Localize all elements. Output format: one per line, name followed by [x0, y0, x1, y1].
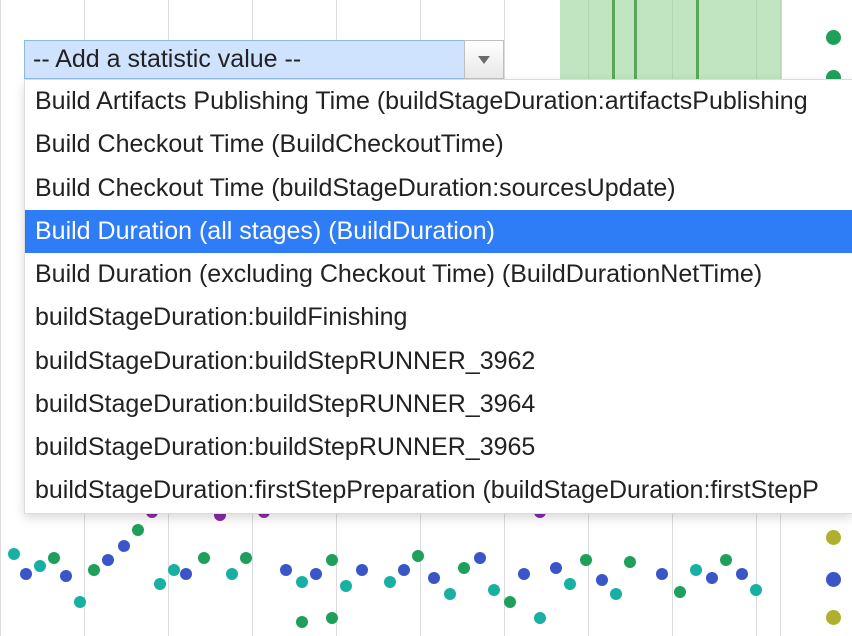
chart-point	[690, 564, 702, 576]
chart-point	[180, 568, 192, 580]
chart-point	[310, 568, 322, 580]
chart-point	[102, 554, 114, 566]
chart-point	[356, 564, 368, 576]
chart-point	[60, 570, 72, 582]
add-statistic-combo[interactable]: -- Add a statistic value --	[24, 40, 504, 79]
statistic-option[interactable]: Build Duration (all stages) (BuildDurati…	[25, 210, 852, 253]
chart-point	[296, 576, 308, 588]
chart-point	[428, 572, 440, 584]
chart-point	[444, 588, 456, 600]
combo-toggle-button[interactable]	[464, 40, 504, 79]
chart-point	[340, 580, 352, 592]
chart-point	[168, 564, 180, 576]
statistic-option[interactable]: buildStageDuration:buildStepRUNNER_3964	[25, 383, 852, 426]
statistic-option[interactable]: buildStageDuration:buildFinishing	[25, 296, 852, 339]
chart-point	[474, 552, 486, 564]
chart-point	[74, 596, 86, 608]
chart-point	[624, 556, 636, 568]
chart-point	[240, 552, 252, 564]
chart-point	[296, 616, 308, 628]
statistic-option[interactable]: buildStageDuration:firstStepPreparation …	[25, 469, 852, 512]
chart-point	[154, 578, 166, 590]
chart-point	[198, 552, 210, 564]
statistic-option[interactable]: Build Duration (excluding Checkout Time)…	[25, 253, 852, 296]
statistic-option[interactable]: buildStageDuration:buildStepRUNNER_3962	[25, 340, 852, 383]
statistic-option[interactable]: Build Checkout Time (buildStageDuration:…	[25, 167, 852, 210]
chart-point	[736, 568, 748, 580]
chart-point	[88, 564, 100, 576]
statistic-option[interactable]: Build Checkout Time (BuildCheckoutTime)	[25, 123, 852, 166]
chart-point	[384, 576, 396, 588]
legend-dot	[826, 572, 841, 587]
chart-green-bar	[696, 0, 699, 84]
chart-point	[326, 554, 338, 566]
chart-point	[34, 560, 46, 572]
legend-dot	[826, 530, 841, 545]
statistic-option[interactable]: Build Artifacts Publishing Time (buildSt…	[25, 80, 852, 123]
chart-point	[518, 568, 530, 580]
chart-point	[326, 612, 338, 624]
legend-dot	[826, 610, 841, 625]
chart-point	[504, 596, 516, 608]
chart-green-area	[560, 0, 782, 84]
chart-point	[580, 554, 592, 566]
chart-point	[656, 568, 668, 580]
chart-point	[20, 568, 32, 580]
chart-point	[488, 584, 500, 596]
chart-point	[750, 584, 762, 596]
chart-point	[280, 564, 292, 576]
chart-point	[706, 572, 718, 584]
chart-point	[596, 574, 608, 586]
chart-point	[48, 552, 60, 564]
chart-point	[8, 548, 20, 560]
chart-point	[118, 540, 130, 552]
chart-point	[610, 588, 622, 600]
chart-green-bar	[612, 0, 615, 84]
chart-point	[550, 562, 562, 574]
add-statistic-listbox[interactable]: Build Artifacts Publishing Time (buildSt…	[24, 79, 852, 514]
chart-point	[458, 562, 470, 574]
add-statistic-input[interactable]: -- Add a statistic value --	[24, 40, 464, 79]
chart-green-bar	[634, 0, 637, 84]
statistic-option[interactable]: buildStageDuration:buildStepRUNNER_3965	[25, 426, 852, 469]
chevron-down-icon	[478, 51, 490, 69]
chart-point	[564, 578, 576, 590]
chart-point	[226, 568, 238, 580]
chart-point	[412, 550, 424, 562]
chart-point	[132, 524, 144, 536]
chart-point	[398, 564, 410, 576]
chart-gridline	[0, 0, 1, 636]
legend-dot	[826, 30, 841, 45]
chart-point	[720, 554, 732, 566]
chart-point	[534, 612, 546, 624]
chart-point	[674, 586, 686, 598]
